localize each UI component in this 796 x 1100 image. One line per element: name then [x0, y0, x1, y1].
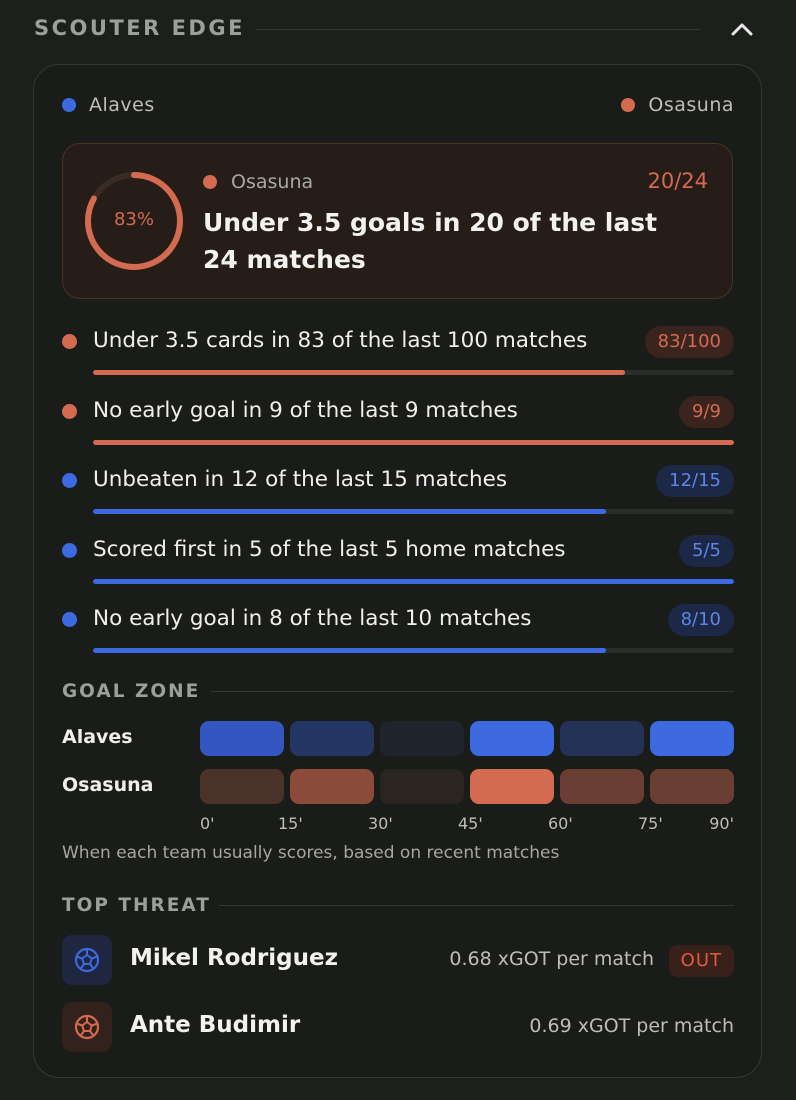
stat-badge: 12/15 — [656, 465, 734, 497]
stat-text: Under 3.5 cards in 83 of the last 100 ma… — [93, 328, 588, 353]
zone-cell — [650, 721, 734, 756]
zone-team-label: Osasuna — [62, 774, 154, 796]
featured-team-name: Osasuna — [231, 171, 314, 193]
zone-team-label: Alaves — [62, 726, 133, 748]
team-dot — [62, 473, 77, 488]
collapse-button[interactable] — [726, 14, 758, 44]
legend-home: Alaves — [62, 93, 155, 117]
soccer-ball-icon — [74, 947, 100, 973]
zone-tick-label: 60' — [548, 814, 573, 833]
stat-row[interactable]: No early goal in 8 of the last 10 matche… — [62, 604, 734, 660]
zone-cell — [290, 721, 374, 756]
chevron-up-icon — [731, 23, 753, 36]
zone-cell — [470, 721, 554, 756]
home-team-dot — [62, 98, 76, 112]
zone-tick-label: 45' — [458, 814, 483, 833]
stat-badge: 9/9 — [679, 395, 734, 428]
zone-cell — [200, 769, 284, 804]
stat-text: No early goal in 9 of the last 9 matches — [93, 397, 518, 423]
home-team-name: Alaves — [89, 94, 155, 116]
zone-cell — [380, 721, 464, 756]
featured-stat-card[interactable]: 83% Osasuna 20/24 Under 3.5 goals in 20 … — [62, 143, 733, 299]
player-avatar — [62, 935, 112, 985]
player-xgot: 0.69 xGOT per match — [529, 1015, 734, 1037]
zone-cell — [200, 721, 284, 756]
team-dot — [62, 403, 77, 419]
goal-zone-note: When each team usually scores, based on … — [62, 843, 560, 863]
team-dot — [62, 334, 77, 349]
player-row[interactable]: Mikel Rodriguez 0.68 xGOT per match OUT — [62, 935, 734, 987]
stat-progress-fill — [93, 648, 606, 653]
stat-progress-fill — [93, 370, 626, 375]
stat-progress-track — [93, 648, 734, 653]
player-name: Ante Budimir — [130, 1012, 301, 1038]
zone-cell — [650, 769, 734, 804]
team-dot — [62, 612, 77, 627]
section-title: SCOUTER EDGE — [34, 16, 245, 40]
stat-row[interactable]: Unbeaten in 12 of the last 15 matches 12/… — [62, 465, 734, 521]
soccer-ball-icon — [74, 1014, 100, 1040]
ring-percent-label: 83% — [113, 209, 154, 230]
top-threat-title: TOP THREAT — [62, 895, 211, 916]
stat-progress-track — [93, 509, 734, 514]
featured-team-dot — [203, 175, 217, 189]
stat-badge: 83/100 — [644, 326, 734, 358]
legend-away: Osasuna — [621, 93, 734, 117]
zone-cell — [560, 769, 644, 804]
stat-row[interactable]: Under 3.5 cards in 83 of the last 100 ma… — [62, 326, 734, 382]
zone-cell — [560, 721, 644, 756]
stat-row[interactable]: No early goal in 9 of the last 9 matches… — [62, 395, 734, 452]
zone-tick-label: 15' — [278, 814, 303, 833]
zone-tick-label: 90' — [709, 814, 734, 833]
stat-progress-fill — [93, 439, 734, 445]
featured-team: Osasuna — [203, 171, 313, 193]
goal-zone-divider — [211, 691, 734, 692]
stat-badge: 8/10 — [667, 604, 734, 636]
zone-tick-label: 30' — [368, 814, 393, 833]
player-row[interactable]: Ante Budimir 0.69 xGOT per match — [62, 1002, 734, 1054]
player-avatar — [62, 1002, 112, 1052]
zone-tick-label: 0' — [200, 814, 215, 833]
zone-cell — [470, 769, 554, 804]
away-team-dot — [621, 98, 636, 112]
status-badge: OUT — [668, 945, 734, 977]
stat-text: No early goal in 8 of the last 10 matche… — [93, 606, 532, 631]
top-threat-divider — [219, 905, 734, 906]
player-name: Mikel Rodriguez — [130, 945, 338, 971]
stat-progress-track — [93, 578, 734, 584]
team-dot — [62, 542, 77, 558]
stat-badge: 5/5 — [679, 534, 734, 567]
away-team-name: Osasuna — [648, 94, 734, 116]
featured-count: 20/24 — [647, 169, 708, 193]
player-xgot: 0.68 xGOT per match — [449, 948, 654, 970]
zone-tick-label: 75' — [638, 814, 663, 833]
section-header: SCOUTER EDGE — [0, 0, 796, 60]
header-divider — [255, 29, 700, 30]
stat-progress-fill — [93, 509, 606, 514]
stat-row[interactable]: Scored first in 5 of the last 5 home mat… — [62, 534, 734, 591]
zone-cell — [290, 769, 374, 804]
stat-progress-track — [93, 439, 734, 445]
zone-cell — [380, 769, 464, 804]
stat-progress-track — [93, 370, 734, 375]
stat-text: Scored first in 5 of the last 5 home mat… — [93, 536, 566, 562]
goal-zone-title: GOAL ZONE — [62, 681, 201, 702]
stat-text: Unbeaten in 12 of the last 15 matches — [93, 467, 508, 492]
stat-progress-fill — [93, 578, 734, 584]
featured-text: Under 3.5 goals in 20 of the last 24 mat… — [203, 208, 658, 274]
